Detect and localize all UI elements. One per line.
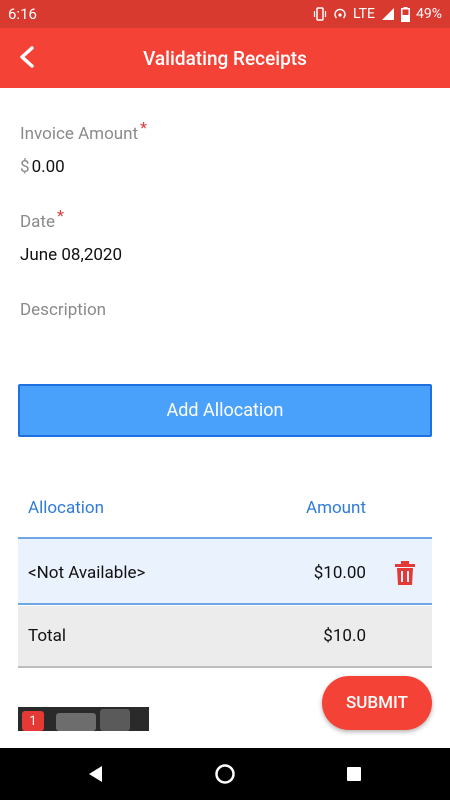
recents-square-icon[interactable] — [342, 762, 366, 786]
invoice-amount-value: 0.00 — [31, 157, 65, 177]
amount-column-header: Amount — [305, 498, 366, 518]
required-mark: * — [140, 118, 147, 137]
back-button[interactable] — [12, 42, 42, 72]
battery-level: 49% — [416, 6, 442, 22]
total-row: Total $10.0 — [18, 606, 432, 668]
invoice-amount-label: Invoice Amount * — [20, 118, 147, 144]
allocation-column-header: Allocation — [28, 498, 104, 518]
description-label: Description — [20, 300, 107, 320]
currency-symbol: $ — [20, 157, 30, 177]
date-field[interactable]: June 08,2020 — [20, 245, 122, 265]
arrow-back-icon — [20, 46, 34, 68]
trash-icon — [395, 561, 415, 585]
back-triangle-icon[interactable] — [84, 762, 108, 786]
delete-allocation-button[interactable] — [394, 561, 416, 585]
status-bar: 6:16 LTE 49% — [0, 0, 450, 28]
allocation-table-header: Allocation Amount — [18, 488, 432, 536]
submit-button[interactable]: SUBMIT — [322, 676, 432, 730]
vibrate-icon — [313, 7, 327, 21]
description-field[interactable] — [20, 333, 430, 363]
home-circle-icon[interactable] — [213, 762, 237, 786]
signal-icon — [382, 8, 394, 20]
allocation-amount: $10.00 — [313, 563, 366, 583]
battery-icon — [401, 6, 410, 22]
navigation-bar — [0, 748, 450, 800]
invoice-amount-field[interactable]: $0.00 — [20, 157, 65, 177]
hotspot-icon — [334, 8, 346, 19]
app-bar: Validating Receipts — [0, 28, 450, 88]
allocation-name: <Not Available> — [28, 563, 146, 583]
status-time: 6:16 — [8, 5, 37, 23]
status-icons: LTE 49% — [313, 6, 442, 22]
allocation-row[interactable]: <Not Available> $10.00 — [18, 537, 432, 605]
required-mark: * — [56, 206, 64, 225]
total-amount: $10.0 — [323, 626, 366, 646]
add-allocation-button[interactable]: Add Allocation — [18, 384, 432, 437]
date-label: Date * — [20, 206, 64, 232]
network-type: LTE — [353, 6, 375, 22]
page-title: Validating Receipts — [143, 46, 307, 70]
attachment-count-badge: 1 — [22, 711, 44, 731]
total-label: Total — [28, 626, 66, 646]
